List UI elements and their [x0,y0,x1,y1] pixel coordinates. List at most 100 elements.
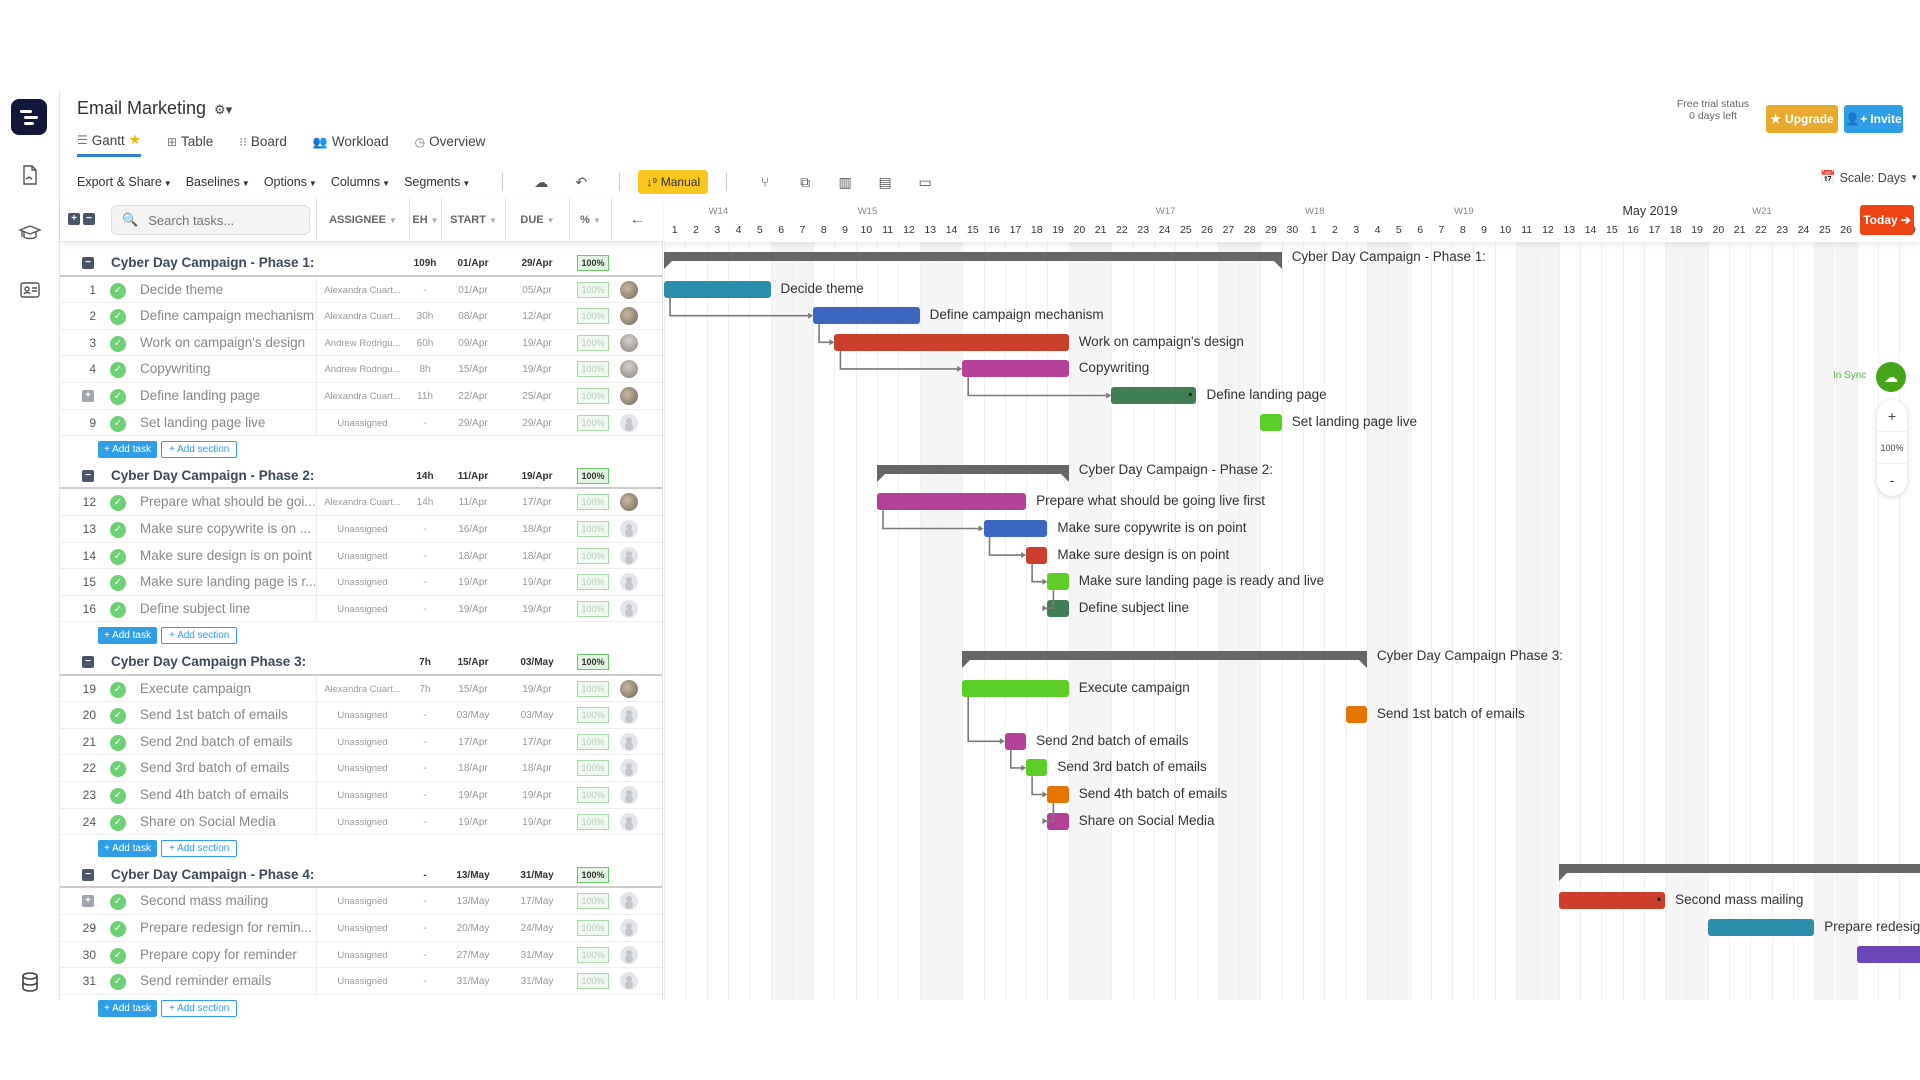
section-summary-bar[interactable] [664,252,1282,269]
task-bar[interactable] [1047,599,1069,617]
add-section-button[interactable]: + Add section [161,999,238,1017]
task-bar[interactable] [1345,706,1367,724]
task-row[interactable]: 24 ✓ Share on Social Media Unassigned -19/Ap… [60,808,663,836]
task-start[interactable]: 22/Apr [441,391,505,402]
manual-sort-button[interactable]: ↓⁹ Manual [638,170,709,194]
assignee-avatar[interactable] [620,759,638,778]
task-due[interactable]: 17/May [505,896,569,907]
task-row[interactable]: 21 ✓ Send 2nd batch of emails Unassigned -17… [60,728,663,756]
column-header-assignee[interactable]: ASSIGNEE ▼ [316,198,409,242]
task-eh[interactable]: - [409,604,441,615]
tab-overview[interactable]: ◷ Overview [415,132,486,157]
baselines-dropdown[interactable]: Baselines ▼ [186,175,250,189]
task-assignee[interactable]: Andrew Rodrigu... [316,338,409,349]
task-bar[interactable] [962,679,1069,697]
section-row[interactable]: − Cyber Day Campaign Phase 3: 7h 15/Apr 03/M… [60,649,663,676]
column-header-due[interactable]: DUE ▼ [505,198,569,242]
task-name[interactable]: Send reminder emails [140,973,315,988]
task-name[interactable]: Make sure landing page is r... [140,574,315,589]
document-icon[interactable] [18,163,42,187]
task-assignee[interactable]: Unassigned [316,577,409,588]
task-name[interactable]: Execute campaign [140,681,315,696]
task-row[interactable]: 12 ✓ Prepare what should be goi... Alexandr… [60,489,663,516]
task-start[interactable]: 19/Apr [441,604,505,615]
zoom-out-button[interactable]: - [1877,464,1907,496]
add-section-button[interactable]: + Add section [161,440,238,458]
task-assignee[interactable]: Alexandra Cuart... [316,391,409,402]
task-name[interactable]: Copywriting [140,361,315,376]
add-section-button[interactable]: + Add section [161,627,238,645]
completed-check-icon[interactable]: ✓ [110,495,126,512]
task-eh[interactable]: - [409,817,441,828]
task-name[interactable]: Second mass mailing [140,893,315,908]
task-due[interactable]: 03/May [505,710,569,721]
branch-icon[interactable]: ⑂ [755,172,775,192]
completed-check-icon[interactable]: ✓ [110,761,126,778]
task-bar[interactable] [1026,546,1048,564]
collapse-section-button[interactable]: − [82,469,94,482]
task-start[interactable]: 16/Apr [441,524,505,535]
database-icon[interactable] [18,970,42,994]
task-start[interactable]: 18/Apr [441,763,505,774]
expand-all-button[interactable]: + [68,213,80,225]
copy-icon[interactable]: ⧉ [795,172,815,192]
export-share-dropdown[interactable]: Export & Share ▼ [77,175,172,189]
completed-check-icon[interactable]: ✓ [110,814,126,831]
task-start[interactable]: 13/May [441,896,505,907]
task-name[interactable]: Define campaign mechanism [140,308,315,323]
task-progress[interactable]: 100% [577,414,609,431]
task-row[interactable]: 29 ✓ Prepare redesign for remin... Unassign… [60,915,663,942]
section-name[interactable]: Cyber Day Campaign - Phase 2: [111,468,314,483]
section-name[interactable]: Cyber Day Campaign - Phase 1: [111,255,314,270]
task-assignee[interactable]: Unassigned [316,923,409,934]
task-assignee[interactable]: Unassigned [316,551,409,562]
add-task-button[interactable]: + Add task [98,627,157,645]
task-bar[interactable] [813,307,920,325]
section-summary-bar[interactable] [1558,863,1920,881]
task-eh[interactable]: - [409,285,441,296]
segments-dropdown[interactable]: Segments ▼ [404,175,470,189]
task-due[interactable]: 18/Apr [505,524,569,535]
task-due[interactable]: 18/Apr [505,551,569,562]
expand-subtasks-button[interactable]: + [82,895,94,908]
task-name[interactable]: Make sure design is on point [140,548,315,563]
columns-dropdown[interactable]: Columns ▼ [331,175,390,189]
assignee-avatar[interactable] [620,679,638,698]
add-task-button[interactable]: + Add task [98,999,157,1017]
task-eh[interactable]: - [409,737,441,748]
task-bar[interactable] [1856,945,1920,963]
collapse-section-button[interactable]: − [82,656,94,668]
settings-gear-icon[interactable]: ⚙▾ [214,102,232,117]
assignee-avatar[interactable] [620,413,638,432]
add-section-button[interactable]: + Add section [161,839,238,857]
task-assignee[interactable]: Alexandra Cuart... [316,311,409,322]
search-box[interactable]: 🔍 [111,205,310,235]
search-input[interactable] [148,212,299,228]
invite-button[interactable]: 👤+ Invite [1844,105,1903,133]
completed-check-icon[interactable]: ✓ [110,708,126,725]
upgrade-button[interactable]: ★ Upgrade [1766,105,1838,133]
task-progress[interactable]: 100% [577,600,609,617]
section-summary-bar[interactable] [962,651,1367,668]
task-start[interactable]: 15/Apr [441,684,505,695]
task-due[interactable]: 19/Apr [505,817,569,828]
task-name[interactable]: Define subject line [140,601,315,616]
task-eh[interactable]: 8h [409,364,441,375]
section-name[interactable]: Cyber Day Campaign Phase 3: [111,654,306,669]
task-progress[interactable]: 100% [577,334,609,351]
assignee-avatar[interactable] [620,786,638,804]
completed-check-icon[interactable]: ✓ [110,522,126,538]
contact-card-icon[interactable] [18,278,42,302]
task-name[interactable]: Share on Social Media [140,814,315,829]
task-progress[interactable]: 100% [577,813,609,830]
task-due[interactable]: 29/Apr [505,418,569,429]
completed-check-icon[interactable]: ✓ [110,788,126,804]
task-assignee[interactable]: Unassigned [316,896,409,907]
task-assignee[interactable]: Andrew Rodrigu... [316,364,409,375]
task-eh[interactable]: 7h [409,684,441,695]
completed-check-icon[interactable]: ✓ [110,282,126,299]
project-title[interactable]: Email Marketing ⚙▾ [77,98,232,119]
task-progress[interactable]: 100% [577,521,609,537]
collapse-grid-arrow-icon[interactable]: ← [611,198,663,242]
assignee-avatar[interactable] [620,360,638,379]
